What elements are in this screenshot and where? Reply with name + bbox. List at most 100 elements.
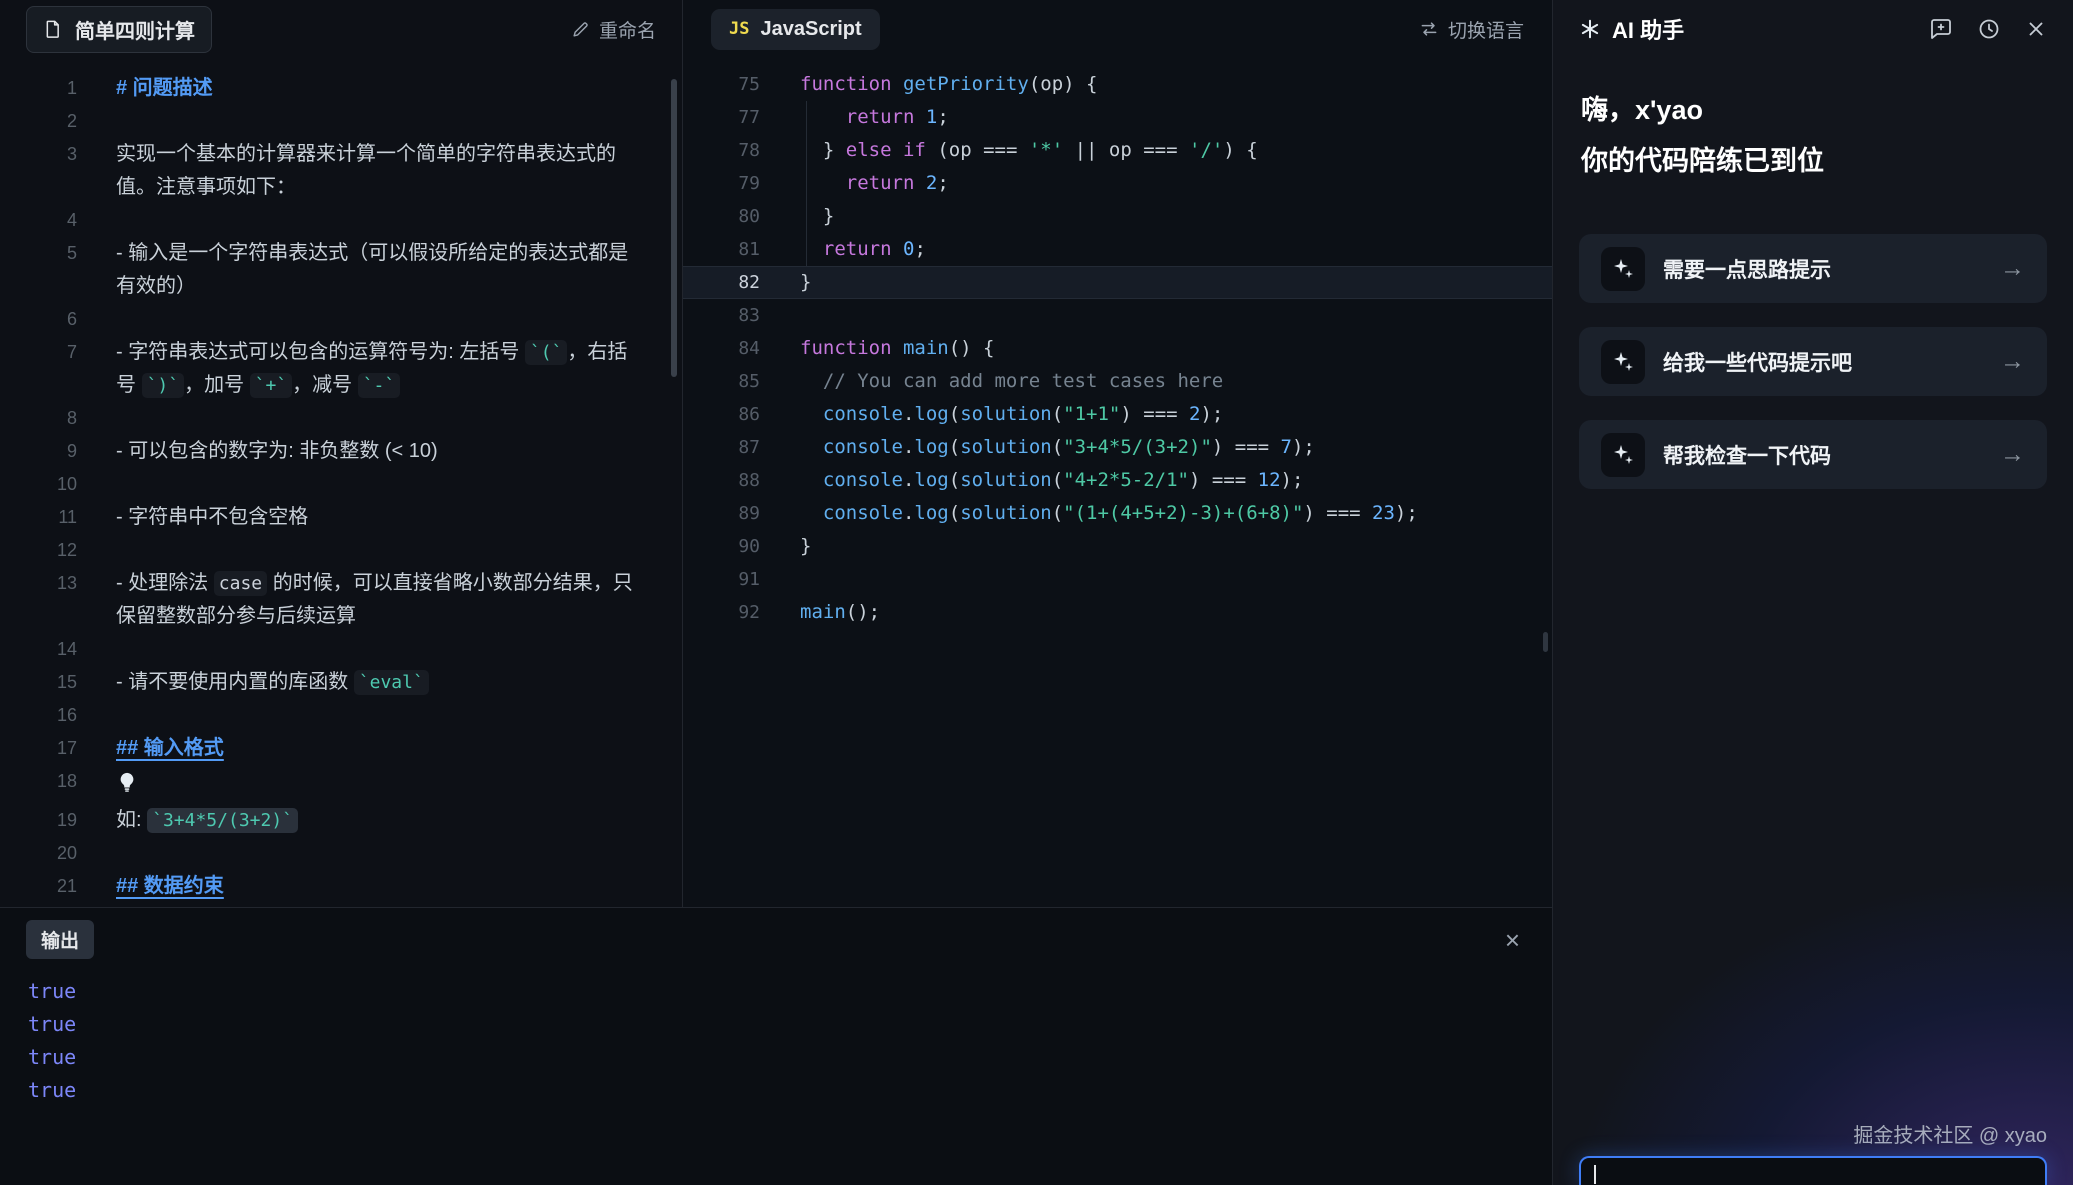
text-segment: `+` [250, 373, 293, 398]
token: 12 [1258, 469, 1281, 491]
code-line[interactable]: 82} [683, 266, 1552, 299]
line-number: 18 [0, 765, 77, 798]
line-number: 12 [0, 534, 77, 567]
text-segment: `eval` [354, 670, 429, 695]
token: "3+4*5/(3+2)" [1063, 436, 1212, 458]
token: console [823, 436, 903, 458]
code-lines[interactable]: 75function getPriority(op) {77 return 1;… [683, 58, 1552, 907]
code-line[interactable]: 78 } else if (op === '*' || op === '/') … [683, 134, 1552, 167]
line-number: 4 [0, 204, 77, 237]
code-text: main(); [800, 596, 880, 629]
ai-suggestion-card[interactable]: 需要一点思路提示→ [1579, 234, 2047, 303]
text-segment: case [214, 571, 267, 596]
token: "1+1" [1063, 403, 1120, 425]
markdown-line: 16 [0, 699, 682, 732]
code-line[interactable]: 89 console.log(solution("(1+(4+5+2)-3)+(… [683, 497, 1552, 530]
ai-suggestion-card[interactable]: 给我一些代码提示吧→ [1579, 327, 2047, 396]
line-number: 80 [683, 200, 760, 233]
ai-suggestion-card[interactable]: 帮我检查一下代码→ [1579, 420, 2047, 489]
code-line[interactable]: 86 console.log(solution("1+1") === 2); [683, 398, 1552, 431]
markdown-line: 21## 数据约束 [0, 870, 682, 903]
text-segment: - 可以包含的数字为: 非负整数 (< 10) [116, 440, 438, 462]
token: ( [1052, 502, 1063, 524]
history-icon[interactable] [1977, 17, 2001, 41]
markdown-line: 5- 输入是一个字符串表达式（可以假设所给定的表达式都是有效的） [0, 237, 682, 303]
markdown-text [116, 633, 682, 666]
text-segment: - 处理除法 [116, 572, 214, 594]
token: ( [1052, 403, 1063, 425]
code-line[interactable]: 75function getPriority(op) { [683, 68, 1552, 101]
token: "4+2*5-2/1" [1063, 469, 1189, 491]
code-line[interactable]: 83 [683, 299, 1552, 332]
line-number: 77 [683, 101, 760, 134]
output-value: true [28, 1008, 1524, 1041]
markdown-text: - 输入是一个字符串表达式（可以假设所给定的表达式都是有效的） [116, 237, 682, 303]
switch-language-button[interactable]: 切换语言 [1419, 16, 1524, 43]
token: 1 [926, 106, 937, 128]
token: 0 [903, 238, 914, 260]
code-text: // You can add more test cases here [800, 365, 1223, 398]
line-number: 17 [0, 732, 77, 765]
line-number: 7 [0, 336, 77, 369]
markdown-line: 15- 请不要使用内置的库函数 `eval` [0, 666, 682, 699]
markdown-text: # 问题描述 [116, 72, 682, 105]
line-number: 85 [683, 365, 760, 398]
editor-scrollbar[interactable] [1543, 632, 1548, 652]
token: ); [1395, 502, 1418, 524]
text-caret [1594, 1165, 1596, 1184]
rename-button[interactable]: 重命名 [571, 16, 656, 43]
markdown-text: ## 数据约束 [116, 870, 682, 903]
output-tab[interactable]: 输出 [26, 920, 94, 959]
token: function [800, 73, 892, 95]
code-line[interactable]: 87 console.log(solution("3+4*5/(3+2)") =… [683, 431, 1552, 464]
line-number: 15 [0, 666, 77, 699]
line-number: 90 [683, 530, 760, 563]
code-line[interactable]: 92main(); [683, 596, 1552, 629]
problem-scrollbar[interactable] [671, 79, 677, 377]
language-tab[interactable]: JS JavaScript [711, 9, 880, 50]
line-number: 82 [683, 266, 760, 299]
token: "(1+(4+5+2)-3)+(6+8)" [1063, 502, 1303, 524]
code-text: return 0; [800, 233, 926, 266]
token: ) { [1223, 139, 1257, 161]
code-line[interactable]: 88 console.log(solution("4+2*5-2/1") ===… [683, 464, 1552, 497]
code-line[interactable]: 79 return 2; [683, 167, 1552, 200]
line-number: 79 [683, 167, 760, 200]
token: return [846, 106, 915, 128]
text-segment: 如: [116, 809, 147, 831]
code-line[interactable]: 91 [683, 563, 1552, 596]
output-value: true [28, 1074, 1524, 1107]
code-line[interactable]: 77 return 1; [683, 101, 1552, 134]
line-number: 84 [683, 332, 760, 365]
sparkle-icon [1601, 340, 1645, 384]
close-icon[interactable] [2025, 18, 2047, 40]
token: getPriority [903, 73, 1029, 95]
markdown-line: 2 [0, 105, 682, 138]
token: ( [949, 436, 960, 458]
new-chat-icon[interactable] [1929, 17, 1953, 41]
output-close-icon[interactable]: × [1505, 927, 1520, 953]
token: 7 [1281, 436, 1292, 458]
rename-label: 重命名 [599, 16, 656, 43]
markdown-line: 8 [0, 402, 682, 435]
code-line[interactable]: 81 return 0; [683, 233, 1552, 266]
markdown-line: 17## 输入格式 [0, 732, 682, 765]
token: ); [1281, 469, 1304, 491]
markdown-text [116, 837, 682, 870]
code-text: console.log(solution("1+1") === 2); [800, 398, 1223, 431]
chat-input[interactable] [1579, 1156, 2047, 1185]
code-line[interactable]: 80 } [683, 200, 1552, 233]
code-line[interactable]: 84function main() { [683, 332, 1552, 365]
indent-guide [806, 134, 807, 167]
text-segment: `-` [358, 373, 401, 398]
code-line[interactable]: 90} [683, 530, 1552, 563]
code-line[interactable]: 85 // You can add more test cases here [683, 365, 1552, 398]
token: . [903, 403, 914, 425]
problem-header: 简单四则计算 重命名 [0, 0, 682, 58]
token: solution [960, 502, 1052, 524]
ai-cards: 需要一点思路提示→ 给我一些代码提示吧→ 帮我检查一下代码→ [1579, 234, 2047, 489]
line-number: 9 [0, 435, 77, 468]
problem-content: 1# 问题描述23实现一个基本的计算器来计算一个简单的字符串表达式的值。注意事项… [0, 58, 682, 907]
problem-title-chip[interactable]: 简单四则计算 [26, 6, 212, 53]
markdown-text: 实现一个基本的计算器来计算一个简单的字符串表达式的值。注意事项如下： [116, 138, 682, 204]
